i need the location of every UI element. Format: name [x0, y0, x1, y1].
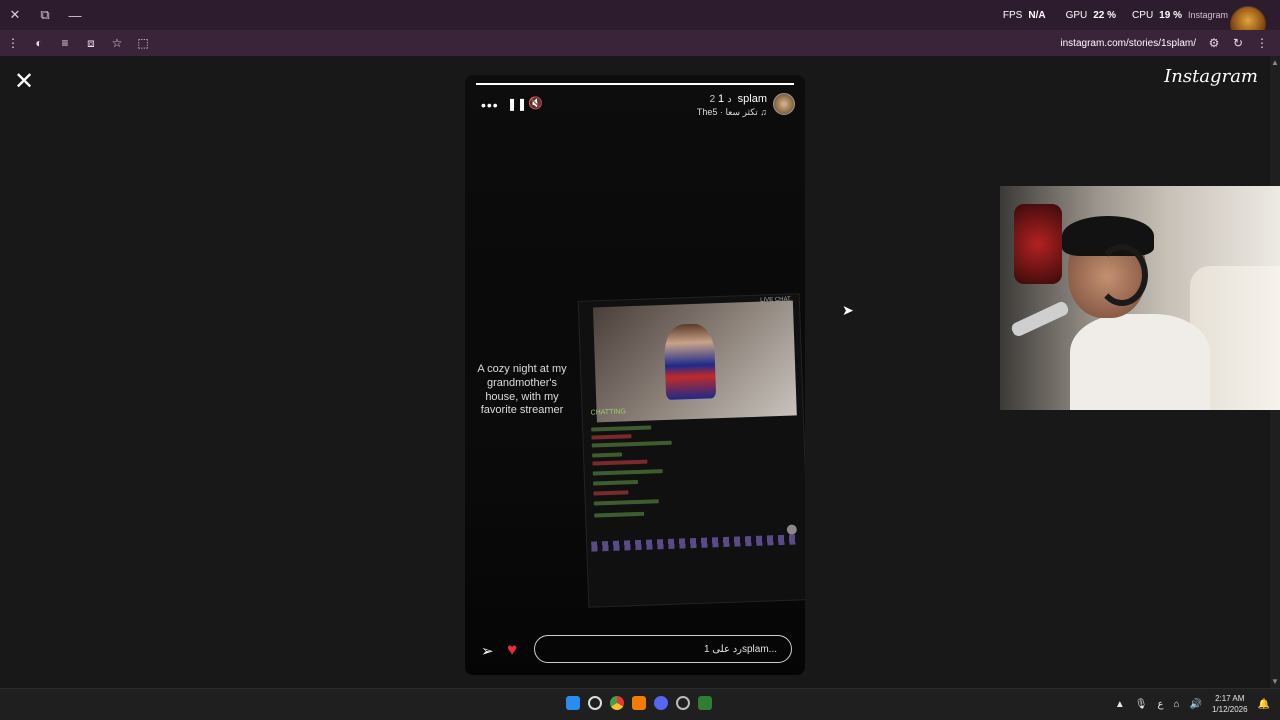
chat-message: [593, 499, 659, 506]
mute-icon[interactable]: 🔇: [528, 96, 543, 110]
pause-icon[interactable]: ❚❚: [507, 97, 527, 111]
clock-time: 2:17 AM: [1215, 694, 1245, 703]
instagram-logo[interactable]: Instagram: [1164, 66, 1258, 87]
browser-toolbar: ⋮ ◐ ≡ ⧈ ☆ ⬚ instagram.com/stories/1splam…: [0, 30, 1280, 56]
story-header: ••• ❚❚ 🔇 2 د 1splam The5 · تكثر سعا ♫: [465, 91, 805, 121]
reply-input[interactable]: رد على 1splam...: [534, 635, 792, 663]
story-card[interactable]: ••• ❚❚ 🔇 2 د 1splam The5 · تكثر سعا ♫ A …: [465, 75, 805, 675]
tab-hint: Instagram: [1187, 10, 1228, 20]
share-icon[interactable]: ➢: [481, 642, 494, 660]
scroll-up-icon[interactable]: ▲: [1271, 58, 1279, 67]
chat-message: [593, 479, 639, 486]
taskbar: ▲ 🎙 ع ⌂ 🔊 2:17 AM 1/12/2026 🔔: [0, 688, 1280, 720]
app-icon-orange[interactable]: [632, 696, 646, 710]
tray-chevron-icon[interactable]: ▲: [1115, 699, 1125, 710]
story-progress-bar: [476, 83, 794, 85]
taskbar-apps: [566, 696, 712, 710]
chat-message: [591, 425, 652, 432]
clock-date: 1/12/2026: [1211, 705, 1248, 714]
screenshot-icon[interactable]: ⬚: [130, 30, 156, 56]
microphone: [1009, 299, 1071, 339]
story-avatar[interactable]: [773, 93, 795, 115]
story-progress-fill: [476, 83, 794, 85]
minimize-window-icon[interactable]: —: [60, 0, 90, 30]
network-icon[interactable]: ⌂: [1173, 699, 1179, 710]
story-username[interactable]: 1splam: [718, 93, 767, 105]
windows-start-icon[interactable]: [566, 696, 580, 710]
close-story-icon[interactable]: ✕: [14, 70, 34, 94]
language-indicator[interactable]: ع: [1157, 699, 1163, 710]
menu-icon[interactable]: ⋮: [0, 30, 26, 56]
like-heart-icon[interactable]: ♥: [507, 640, 517, 660]
overflow-icon[interactable]: ⋮: [1250, 30, 1274, 56]
fps-value: N/A: [1028, 9, 1046, 21]
bookmark-star-icon[interactable]: ☆: [104, 30, 130, 56]
chatting-label: CHATTING: [590, 408, 626, 417]
story-caption: A cozy night at my grandmother's house, …: [477, 363, 567, 417]
wall-art: [1014, 204, 1062, 284]
search-icon[interactable]: [588, 696, 602, 710]
more-options-icon[interactable]: •••: [481, 97, 499, 113]
scroll-down-icon[interactable]: ▼: [1271, 677, 1279, 686]
address-bar[interactable]: instagram.com/stories/1splam/: [1060, 38, 1196, 49]
performance-overlay: FPS N/A GPU 22 % CPU 19 % Instagram: [1003, 10, 1228, 21]
chrome-icon[interactable]: [610, 696, 624, 710]
chat-message: [591, 440, 672, 448]
chat-message: [592, 452, 623, 458]
story-music[interactable]: The5 · تكثر سعا ♫: [697, 107, 767, 118]
gpu-value: 22 %: [1093, 9, 1117, 21]
chat-message: [592, 459, 648, 466]
cpu-value: 19 %: [1159, 9, 1182, 21]
discord-icon[interactable]: [654, 696, 668, 710]
chat-message: [591, 434, 632, 440]
chat-message: [594, 511, 645, 518]
reload-icon[interactable]: ↻: [1226, 30, 1250, 56]
chat-message: [593, 490, 629, 496]
chat-message: [592, 469, 663, 476]
emote-bar: [591, 534, 797, 552]
media-control-icon[interactable]: ≡: [52, 30, 78, 56]
title-bar: ✕ ⧉ — FPS N/A GPU 22 % CPU 19 % Instagra…: [0, 0, 1280, 42]
notification-bell-icon[interactable]: 🔔: [1258, 699, 1270, 710]
mouse-cursor-icon: ➤: [842, 302, 854, 318]
system-tray: ▲ 🎙 ع ⌂ 🔊 2:17 AM 1/12/2026 🔔: [1115, 693, 1270, 715]
live-chat-label: LIVE CHAT: [760, 296, 791, 304]
gpu-label: GPU: [1065, 9, 1088, 21]
headset: [1096, 244, 1148, 306]
restore-window-icon[interactable]: ⧉: [30, 0, 60, 30]
streamer-figure: [663, 323, 717, 400]
story-footer: ➢ ♥ رد على 1splam...: [465, 635, 805, 665]
fps-label: FPS: [1002, 9, 1023, 21]
stream-video-frame: [592, 300, 797, 423]
close-window-icon[interactable]: ✕: [0, 0, 30, 30]
story-user-info[interactable]: 2 د 1splam The5 · تكثر سعا ♫: [697, 93, 767, 118]
extension-icon[interactable]: ◐: [26, 30, 52, 56]
scroll-indicator: [786, 524, 797, 535]
volume-icon[interactable]: 🔊: [1190, 699, 1202, 710]
story-stream-screenshot: LIVE CHAT CHATTING: [577, 293, 805, 608]
microphone-icon[interactable]: 🎙: [1135, 699, 1148, 710]
xbox-icon[interactable]: [698, 696, 712, 710]
puzzle-extensions-icon[interactable]: ⧈: [78, 30, 104, 56]
cpu-label: CPU: [1132, 9, 1154, 21]
site-settings-icon[interactable]: ⚙: [1202, 30, 1226, 56]
person-shirt: [1070, 314, 1210, 410]
obs-icon[interactable]: [676, 696, 690, 710]
clock[interactable]: 2:17 AM 1/12/2026: [1212, 693, 1248, 715]
webcam-overlay: [1000, 186, 1280, 410]
